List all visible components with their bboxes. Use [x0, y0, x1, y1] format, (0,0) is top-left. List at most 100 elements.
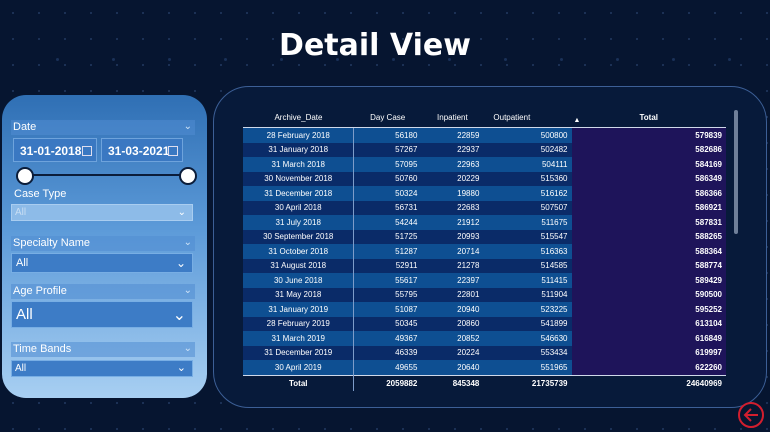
table-row[interactable]: 31 January 2019 51087 20940 523225 595252 [243, 302, 726, 317]
table-cell: 31 August 2018 [243, 258, 355, 273]
time-bands-header: Time Bands ⌄ [11, 342, 195, 357]
table-cell: 515360 [483, 171, 572, 186]
table-cell: 504111 [483, 157, 572, 172]
table-row[interactable]: 31 December 2019 46339 20224 553434 619997 [243, 345, 726, 360]
table-row[interactable]: 31 October 2018 51287 20714 516363 588364 [243, 244, 726, 259]
slider-end-handle[interactable] [179, 167, 197, 185]
age-profile-dropdown[interactable]: All ⌄ [11, 301, 193, 328]
table-total-row: Total 2059882 845348 21735739 24640969 [243, 374, 726, 391]
table-cell: 586921 [571, 200, 726, 215]
table-cell: 553434 [483, 345, 572, 360]
age-profile-value: All [16, 306, 33, 323]
table-cell: 595252 [571, 302, 726, 317]
table-cell: 50324 [353, 186, 422, 201]
table-cell: 511904 [483, 287, 572, 302]
column-header[interactable]: Outpatient [483, 108, 572, 128]
table-cell: 507507 [483, 200, 572, 215]
table-row[interactable]: 30 November 2018 50760 20229 515360 586349 [243, 171, 726, 186]
column-header[interactable]: Day Case [353, 108, 422, 128]
time-bands-dropdown[interactable]: All ⌄ [11, 360, 193, 377]
date-to-input[interactable]: 31-03-2021 [101, 138, 183, 162]
table-cell: 51287 [353, 244, 422, 259]
table-cell: 551965 [483, 360, 572, 375]
chevron-down-icon: ⌄ [176, 362, 186, 374]
date-from-input[interactable]: 31-01-2018 [13, 138, 97, 162]
table-cell: 31 May 2018 [243, 287, 355, 302]
table-cell: 514585 [483, 258, 572, 273]
table-cell: 30 June 2018 [243, 273, 355, 288]
table-cell: 22963 [421, 157, 484, 172]
table-cell: 523225 [483, 302, 572, 317]
arrow-left-icon [743, 408, 758, 422]
column-header[interactable]: Inpatient [421, 108, 484, 128]
table-cell: 31 March 2019 [243, 331, 355, 346]
table-cell: 516162 [483, 186, 572, 201]
sort-asc-icon: ▲ [573, 117, 581, 124]
table-row[interactable]: 30 June 2018 55617 22397 511415 589429 [243, 273, 726, 288]
back-button[interactable] [738, 402, 764, 428]
table-cell: 55617 [353, 273, 422, 288]
table-cell: 31 March 2018 [243, 157, 355, 172]
total-cell: 21735739 [483, 374, 572, 391]
table-row[interactable]: 30 April 2018 56731 22683 507507 586921 [243, 200, 726, 215]
column-header[interactable]: Archive_Date [243, 108, 354, 128]
table-cell: 30 April 2019 [243, 360, 355, 375]
table-cell: 590500 [571, 287, 726, 302]
table-row[interactable]: 28 February 2018 56180 22859 500800 579839 [243, 127, 726, 143]
case-type-dropdown[interactable]: All ⌄ [11, 204, 193, 221]
table-cell: 31 January 2018 [243, 142, 355, 157]
table-cell: 31 December 2018 [243, 186, 355, 201]
table-cell: 613104 [571, 316, 726, 331]
table-row[interactable]: 31 December 2018 50324 19880 516162 586366 [243, 186, 726, 201]
total-cell: 845348 [421, 374, 484, 391]
table-scrollbar[interactable] [734, 110, 738, 234]
table-row[interactable]: 30 September 2018 51725 20993 515547 588265 [243, 229, 726, 244]
table-cell: 622260 [571, 360, 726, 375]
specialty-dropdown[interactable]: All ⌄ [11, 253, 193, 273]
table-cell: 588364 [571, 244, 726, 259]
table-cell: 20940 [421, 302, 484, 317]
table-cell: 57095 [353, 157, 422, 172]
calendar-icon[interactable] [82, 146, 92, 156]
date-to-value: 31-03-2021 [108, 144, 170, 158]
chevron-down-icon[interactable]: ⌄ [184, 119, 192, 134]
table-cell: 541899 [483, 316, 572, 331]
table-row[interactable]: 31 January 2018 57267 22937 502482 582686 [243, 142, 726, 157]
table-cell: 55795 [353, 287, 422, 302]
chevron-down-icon: ⌄ [172, 307, 186, 324]
table-cell: 52911 [353, 258, 422, 273]
table-row[interactable]: 31 March 2018 57095 22963 504111 584169 [243, 157, 726, 172]
table-cell: 56731 [353, 200, 422, 215]
chevron-down-icon: ⌄ [183, 285, 192, 296]
specialty-label: Specialty Name [13, 237, 91, 249]
table-row[interactable]: 31 March 2019 49367 20852 546630 616849 [243, 331, 726, 346]
date-range-slider[interactable] [18, 174, 188, 176]
column-header-total[interactable]: Total ▲ [571, 108, 726, 128]
chevron-down-icon: ⌄ [175, 256, 186, 270]
calendar-icon[interactable] [168, 146, 178, 156]
date-from-value: 31-01-2018 [20, 144, 82, 158]
total-cell: 24640969 [571, 374, 726, 391]
total-cell: Total [243, 374, 355, 391]
date-slicer-header[interactable]: Date ⌄ [11, 120, 195, 135]
date-label: Date [13, 121, 37, 133]
table-row[interactable]: 28 February 2019 50345 20860 541899 613104 [243, 316, 726, 331]
table-cell: 22937 [421, 142, 484, 157]
table-row[interactable]: 31 August 2018 52911 21278 514585 588774 [243, 258, 726, 273]
table-cell: 20640 [421, 360, 484, 375]
table-cell: 22801 [421, 287, 484, 302]
table-cell: 546630 [483, 331, 572, 346]
slider-start-handle[interactable] [16, 167, 34, 185]
table-cell: 28 February 2018 [243, 127, 355, 143]
table-cell: 31 July 2018 [243, 215, 355, 230]
table-cell: 511415 [483, 273, 572, 288]
detail-table: Archive_Date Day Case Inpatient Outpatie… [243, 108, 726, 391]
table-cell: 582686 [571, 142, 726, 157]
table-row[interactable]: 31 July 2018 54244 21912 511675 587831 [243, 215, 726, 230]
table-cell: 22683 [421, 200, 484, 215]
table-cell: 31 October 2018 [243, 244, 355, 259]
table-row[interactable]: 31 May 2018 55795 22801 511904 590500 [243, 287, 726, 302]
table-cell: 516363 [483, 244, 572, 259]
table-row[interactable]: 30 April 2019 49655 20640 551965 622260 [243, 360, 726, 375]
age-profile-label: Age Profile [13, 285, 67, 297]
